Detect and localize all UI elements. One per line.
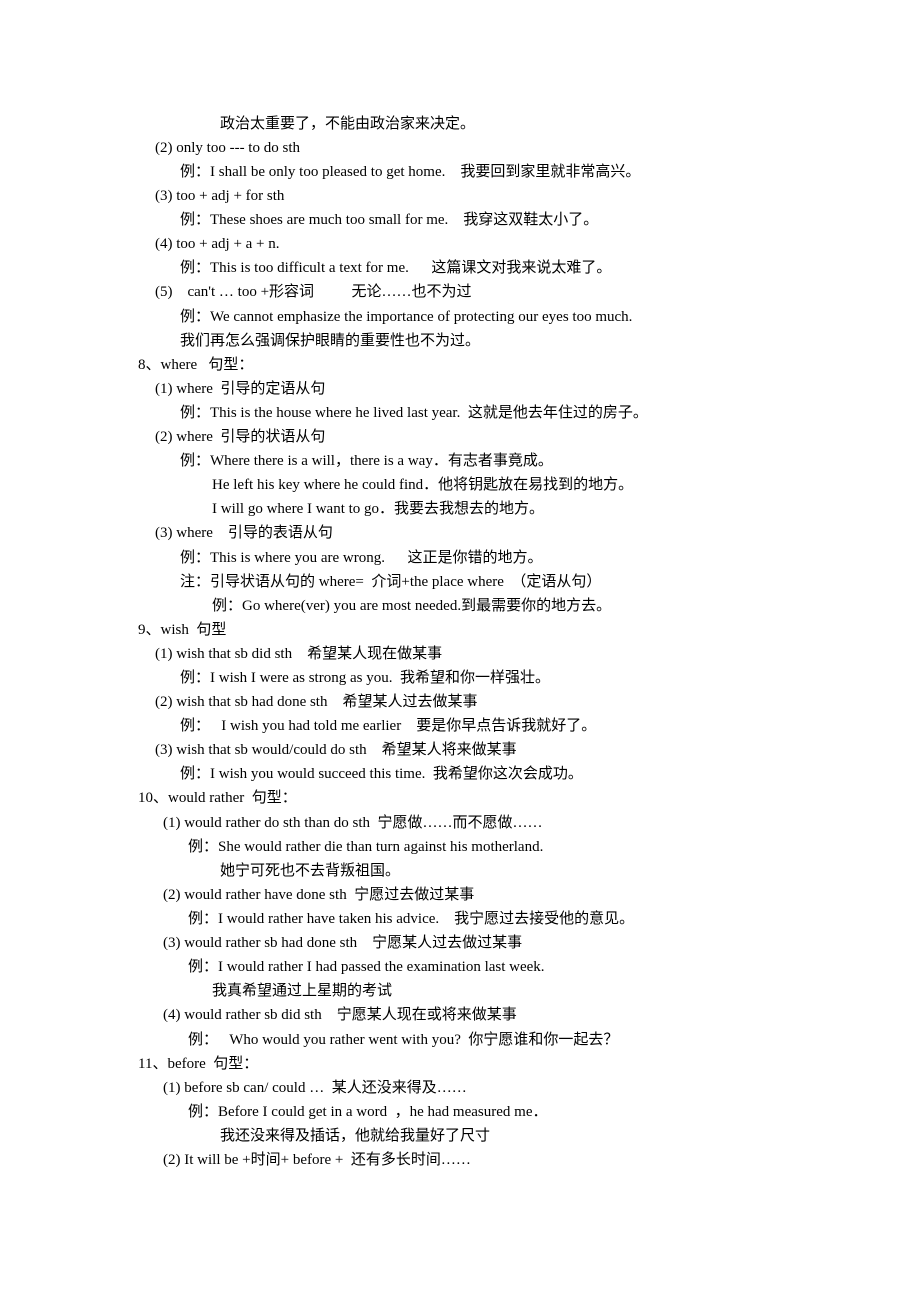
translation-line: 我真希望通过上星期的考试 xyxy=(212,983,393,999)
subsection-heading: (5) can't … too +形容词 无论……也不为过 xyxy=(155,284,472,300)
example-line: He left his key where he could find．他将钥匙… xyxy=(212,477,634,493)
example-line: 例：Before I could get in a word ，he had m… xyxy=(188,1104,548,1120)
example-line: 例：Go where(ver) you are most needed.到最需要… xyxy=(212,598,612,614)
example-line: 例： I wish you had told me earlier 要是你早点告… xyxy=(180,718,597,734)
example-line: 例：Where there is a will，there is a way．有… xyxy=(180,453,553,469)
example-line: 例：We cannot emphasize the importance of … xyxy=(180,309,633,325)
example-line: 例：I would rather have taken his advice. … xyxy=(188,911,635,927)
example-line: 例：I would rather I had passed the examin… xyxy=(188,959,545,975)
note-line: 注：引导状语从句的 where= 介词+the place where （定语从… xyxy=(180,574,602,590)
subsection-heading: (2) wish that sb had done sth 希望某人过去做某事 xyxy=(155,694,478,710)
section-heading: 11、before 句型： xyxy=(138,1056,259,1072)
subsection-heading: (3) would rather sb had done sth 宁愿某人过去做… xyxy=(163,935,523,951)
subsection-heading: (1) where 引导的定语从句 xyxy=(155,381,326,397)
example-line: 例： Who would you rather went with you? 你… xyxy=(188,1032,619,1048)
subsection-heading: (1) would rather do sth than do sth 宁愿做…… xyxy=(163,815,543,831)
section-heading: 9、wish 句型 xyxy=(138,622,227,638)
example-line: I will go where I want to go．我要去我想去的地方。 xyxy=(212,501,545,517)
example-line: 例：This is too difficult a text for me. 这… xyxy=(180,260,612,276)
translation-line: 我还没来得及插话，他就给我量好了尺寸 xyxy=(220,1128,491,1144)
subsection-heading: (2) It will be +时间+ before + 还有多长时间…… xyxy=(163,1152,471,1168)
subsection-heading: (3) too + adj + for sth xyxy=(155,188,285,204)
subsection-heading: (1) wish that sb did sth 希望某人现在做某事 xyxy=(155,646,443,662)
subsection-heading: (3) wish that sb would/could do sth 希望某人… xyxy=(155,742,517,758)
example-line: 例：She would rather die than turn against… xyxy=(188,839,544,855)
example-line: 例：This is where you are wrong. 这正是你错的地方。 xyxy=(180,550,543,566)
subsection-heading: (2) where 引导的状语从句 xyxy=(155,429,326,445)
subsection-heading: (2) only too --- to do sth xyxy=(155,140,300,156)
example-line: 例：I shall be only too pleased to get hom… xyxy=(180,164,641,180)
example-line: 例：I wish you would succeed this time. 我希… xyxy=(180,766,583,782)
subsection-heading: (3) where 引导的表语从句 xyxy=(155,525,333,541)
translation-line: 她宁可死也不去背叛祖国。 xyxy=(220,863,401,879)
example-line: 例：This is the house where he lived last … xyxy=(180,405,648,421)
subsection-heading: (1) before sb can/ could … 某人还没来得及…… xyxy=(163,1080,467,1096)
translation-line: 我们再怎么强调保护眼睛的重要性也不为过。 xyxy=(180,333,481,349)
example-line: 例：These shoes are much too small for me.… xyxy=(180,212,599,228)
section-heading: 10、would rather 句型： xyxy=(138,790,297,806)
section-heading: 8、where 句型： xyxy=(138,357,254,373)
example-line: 例：I wish I were as strong as you. 我希望和你一… xyxy=(180,670,550,686)
subsection-heading: (4) would rather sb did sth 宁愿某人现在或将来做某事 xyxy=(163,1007,517,1023)
subsection-heading: (2) would rather have done sth 宁愿过去做过某事 xyxy=(163,887,475,903)
text-line: 政治太重要了，不能由政治家来决定。 xyxy=(220,116,476,132)
subsection-heading: (4) too + adj + a + n. xyxy=(155,236,280,252)
